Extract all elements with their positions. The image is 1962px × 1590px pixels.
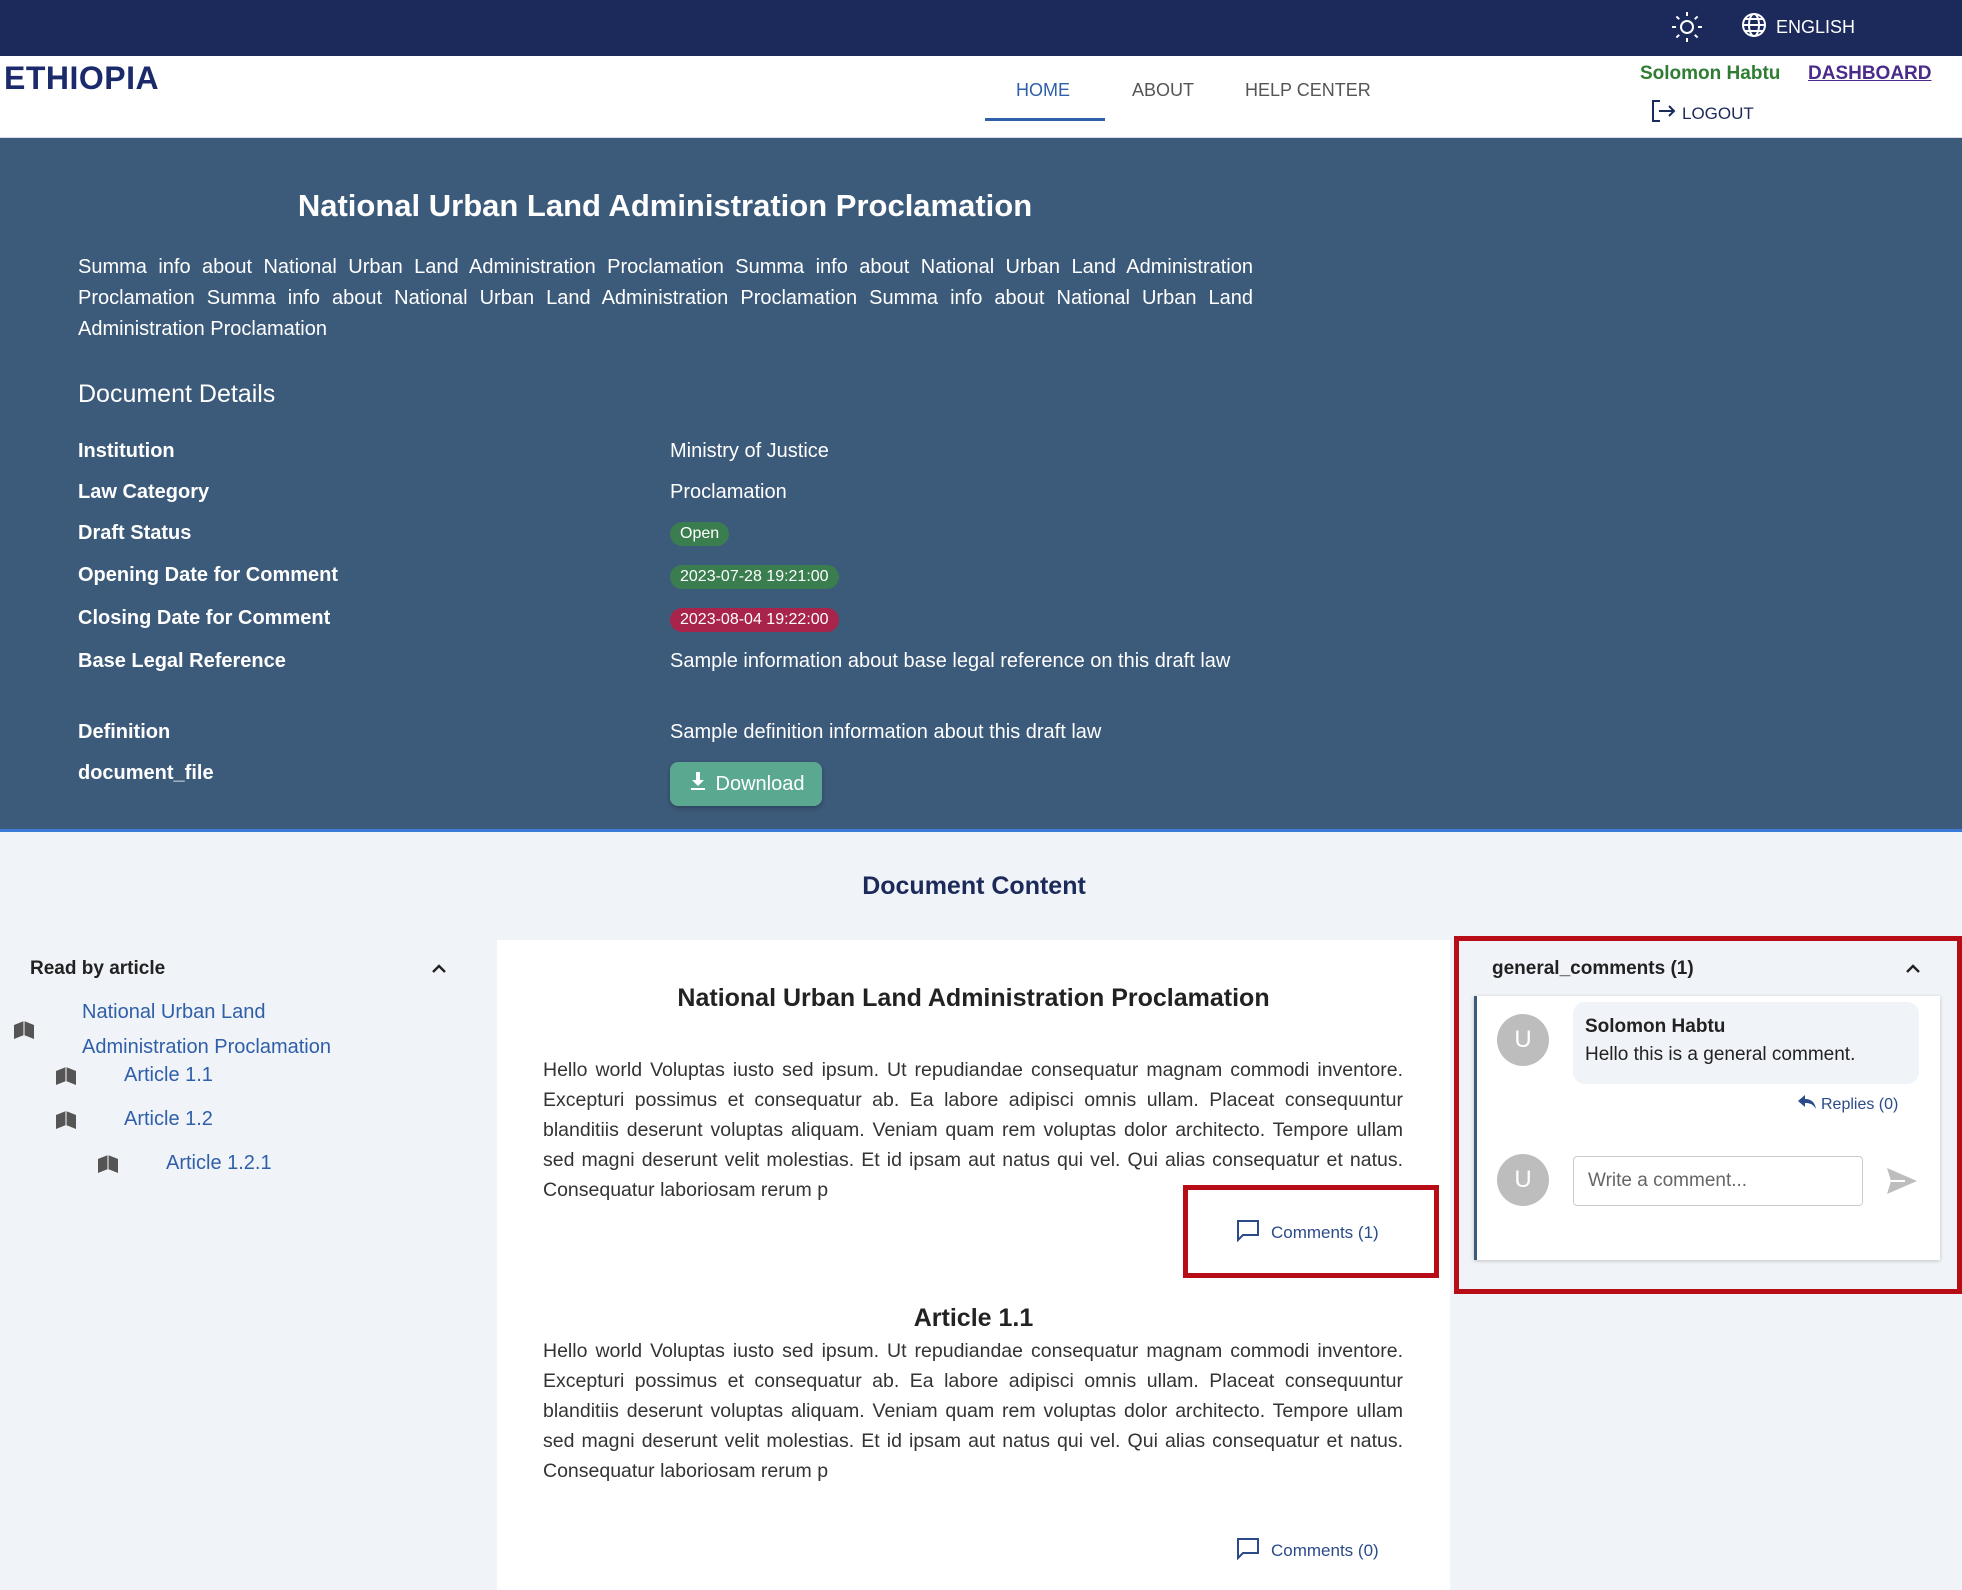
toc-item-label: National Urban Land xyxy=(82,1001,266,1023)
book-icon xyxy=(54,1064,78,1088)
book-icon xyxy=(12,1018,36,1042)
document-hero: National Urban Land Administration Procl… xyxy=(0,138,1962,832)
top-utility-bar: ENGLISH xyxy=(0,0,1962,56)
document-file-label: document_file xyxy=(78,762,214,784)
nav-home[interactable]: HOME xyxy=(1016,80,1070,101)
closing-date-label: Closing Date for Comment xyxy=(78,607,331,629)
logout-label: LOGOUT xyxy=(1682,103,1754,123)
nav-about[interactable]: ABOUT xyxy=(1132,80,1194,101)
document-title: National Urban Land Administration Procl… xyxy=(297,188,1033,223)
highlight-box xyxy=(1454,936,1962,1294)
document-summary: Summa info about National Urban Land Adm… xyxy=(78,256,1253,340)
toc-item-article-1-1[interactable]: Article 1.1 xyxy=(124,1058,213,1093)
toc-item-article-1-2[interactable]: Article 1.2 xyxy=(124,1102,213,1137)
definition-value: Sample definition information about this… xyxy=(670,721,1102,743)
article-text: Hello world Voluptas iusto sed ipsum. Ut… xyxy=(543,1340,1403,1482)
dashboard-link[interactable]: DASHBOARD xyxy=(1808,63,1932,85)
base-legal-reference-value: Sample information about base legal refe… xyxy=(670,650,1231,672)
details-heading: Document Details xyxy=(78,380,276,408)
institution-value: Ministry of Justice xyxy=(670,440,829,462)
book-icon xyxy=(96,1152,120,1176)
logout-icon xyxy=(1650,98,1678,129)
sun-icon[interactable] xyxy=(1670,10,1704,44)
nav-active-indicator xyxy=(985,118,1105,121)
draft-status-label: Draft Status xyxy=(78,522,192,544)
article-title: Article 1.1 xyxy=(913,1304,1034,1332)
download-icon xyxy=(688,770,708,798)
opening-date-label: Opening Date for Comment xyxy=(78,564,339,586)
definition-label: Definition xyxy=(78,721,171,743)
opening-date-badge: 2023-07-28 19:21:00 xyxy=(670,565,839,589)
comments-button[interactable]: Comments (0) xyxy=(1235,1536,1379,1565)
user-name: Solomon Habtu xyxy=(1640,63,1781,84)
nav-help-center[interactable]: HELP CENTER xyxy=(1245,80,1371,101)
brand-logo[interactable]: ETHIOPIA xyxy=(4,60,159,97)
comments-label: Comments (0) xyxy=(1271,1540,1379,1560)
comment-icon xyxy=(1235,1536,1261,1565)
law-category-value: Proclamation xyxy=(670,481,787,503)
language-selector[interactable]: ENGLISH xyxy=(1740,12,1855,42)
main-navbar: ETHIOPIA HOME ABOUT HELP CENTER Solomon … xyxy=(0,56,1962,138)
highlight-box xyxy=(1183,1185,1439,1278)
base-legal-reference-label: Base Legal Reference xyxy=(78,650,286,672)
document-intro-text: Hello world Voluptas iusto sed ipsum. Ut… xyxy=(543,1059,1403,1201)
chevron-up-icon[interactable] xyxy=(428,958,450,980)
status-badge: Open xyxy=(670,522,730,546)
document-content-heading: Document Content xyxy=(862,872,1086,900)
globe-icon xyxy=(1740,11,1768,44)
law-category-label: Law Category xyxy=(78,481,210,503)
toc-item-proclamation[interactable]: National Urban Land Administration Procl… xyxy=(82,995,331,1065)
toc-item-article-1-2-1[interactable]: Article 1.2.1 xyxy=(166,1146,272,1181)
language-label: ENGLISH xyxy=(1776,16,1856,37)
document-content-title: National Urban Land Administration Procl… xyxy=(677,984,1270,1012)
book-icon xyxy=(54,1108,78,1132)
institution-label: Institution xyxy=(78,440,175,462)
toc-header[interactable]: Read by article xyxy=(30,958,450,980)
download-label: Download xyxy=(715,772,805,795)
logout-button[interactable]: LOGOUT xyxy=(1650,98,1754,129)
download-button[interactable]: Download xyxy=(670,762,822,806)
closing-date-badge: 2023-08-04 19:22:00 xyxy=(670,608,839,632)
